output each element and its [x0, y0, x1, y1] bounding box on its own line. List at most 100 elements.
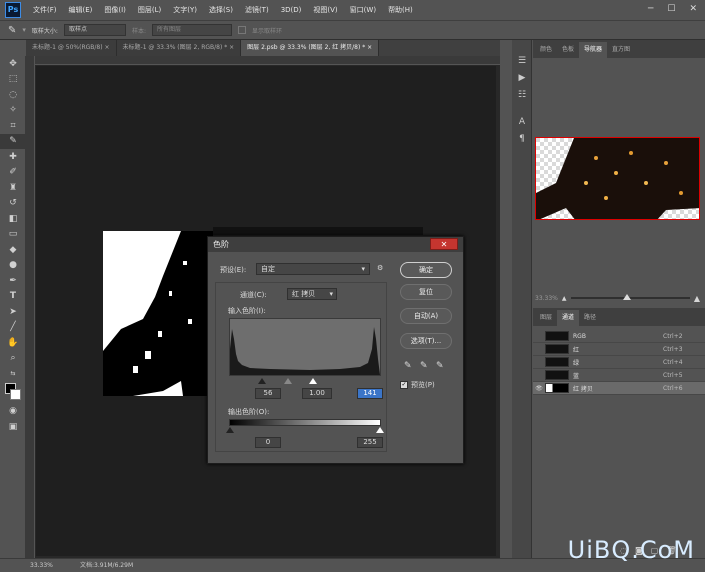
input-black-slider[interactable]	[258, 378, 266, 384]
sample-size-select[interactable]: 取样点	[63, 24, 126, 36]
output-white-field[interactable]: 255	[357, 437, 383, 448]
zoom-tool-icon[interactable]: ⌕	[0, 351, 26, 367]
menu-type[interactable]: 文字(Y)	[167, 5, 203, 15]
move-tool-icon[interactable]: ✥	[0, 56, 26, 72]
menu-view[interactable]: 视图(V)	[307, 5, 343, 15]
history-brush-icon[interactable]: ↺	[0, 196, 26, 212]
zoom-value[interactable]: 33.33%	[535, 295, 558, 302]
preset-options-icon[interactable]: ⚙	[377, 264, 383, 272]
input-black-field[interactable]: 56	[255, 388, 281, 399]
eye-icon[interactable]: 👁	[533, 385, 545, 392]
menu-window[interactable]: 窗口(W)	[344, 5, 382, 15]
tab-close-icon[interactable]: ×	[367, 44, 372, 51]
tab-document-2[interactable]: 未标题-1 @ 33.3% (图层 2, RGB/8) * ×	[116, 40, 242, 56]
tab-close-icon[interactable]: ×	[229, 44, 234, 51]
auto-button[interactable]: 自动(A)	[400, 308, 452, 324]
marquee-tool-icon[interactable]: ⬚	[0, 72, 26, 88]
close-icon[interactable]: ✕	[689, 4, 697, 14]
black-eyedropper-icon[interactable]: ✎	[404, 361, 412, 371]
adjust-icon[interactable]: ☷	[512, 86, 532, 103]
stamp-tool-icon[interactable]: ♜	[0, 180, 26, 196]
menu-layer[interactable]: 图层(L)	[132, 5, 167, 15]
input-gray-slider[interactable]	[284, 378, 292, 384]
tab-color[interactable]: 颜色	[535, 42, 557, 58]
tab-paths[interactable]: 路径	[579, 310, 601, 326]
character-icon[interactable]: A	[512, 113, 532, 130]
channel-select[interactable]: 红 拷贝 ▾	[287, 288, 337, 300]
tab-navigator[interactable]: 导航器	[579, 42, 608, 58]
preview-checkbox[interactable]: ✓	[400, 381, 408, 389]
gradient-tool-icon[interactable]: ▭	[0, 227, 26, 243]
screen-mode-icon[interactable]: ▣	[0, 419, 26, 435]
healing-brush-icon[interactable]: ✚	[0, 149, 26, 165]
crop-tool-icon[interactable]: ⌗	[0, 118, 26, 134]
zoom-slider[interactable]	[570, 294, 690, 300]
output-black-slider[interactable]	[226, 427, 234, 433]
zoom-out-icon[interactable]: ▲	[562, 295, 567, 302]
dialog-titlebar[interactable]: 色阶 ✕	[208, 237, 463, 252]
reset-button[interactable]: 复位	[400, 284, 452, 300]
tab-swatches[interactable]: 色板	[557, 42, 579, 58]
lasso-tool-icon[interactable]: ◌	[0, 87, 26, 103]
blur-tool-icon[interactable]: ◆	[0, 242, 26, 258]
zoom-slider-handle[interactable]	[623, 294, 632, 300]
show-ring-checkbox[interactable]	[237, 26, 246, 34]
color-swatches[interactable]	[0, 382, 26, 404]
quick-select-tool-icon[interactable]: ✧	[0, 103, 26, 119]
tab-layers[interactable]: 图层	[535, 310, 557, 326]
sample-select[interactable]: 所有图层	[151, 24, 232, 36]
status-zoom[interactable]: 33.33%	[30, 559, 53, 572]
channels-panel: 图层 通道 路径 RGB Ctrl+2 红 Ctrl+3 绿 Ctrl+4 蓝 Ctrl…	[533, 308, 705, 558]
preset-label: 预设(E):	[220, 266, 247, 274]
menu-filter[interactable]: 滤镜(T)	[239, 5, 275, 15]
output-white-slider[interactable]	[376, 427, 384, 433]
channel-row-red-copy[interactable]: 👁 红 拷贝 Ctrl+6	[533, 382, 705, 395]
preview-label: 预览(P)	[411, 381, 435, 389]
menu-select[interactable]: 选择(S)	[203, 5, 239, 15]
channel-thumbnail	[545, 383, 569, 393]
hand-tool-icon[interactable]: ✋	[0, 335, 26, 351]
minimize-icon[interactable]: ─	[648, 4, 653, 14]
channel-row-green[interactable]: 绿 Ctrl+4	[533, 356, 705, 369]
channel-row-blue[interactable]: 蓝 Ctrl+5	[533, 369, 705, 382]
tab-histogram[interactable]: 直方图	[607, 42, 635, 58]
input-gamma-field[interactable]: 1.00	[302, 388, 332, 399]
channel-row-red[interactable]: 红 Ctrl+3	[533, 343, 705, 356]
eraser-tool-icon[interactable]: ◧	[0, 211, 26, 227]
eyedropper-tool-icon[interactable]: ✎	[0, 133, 26, 149]
maximize-icon[interactable]: ☐	[667, 4, 675, 14]
menu-image[interactable]: 图像(I)	[98, 5, 132, 15]
menu-help[interactable]: 帮助(H)	[382, 5, 419, 15]
menu-3d[interactable]: 3D(D)	[275, 6, 308, 14]
input-white-field[interactable]: 141	[357, 388, 383, 399]
navigator-preview[interactable]	[535, 137, 700, 220]
options-button[interactable]: 选项(T)...	[400, 333, 452, 349]
paragraph-icon[interactable]: ¶	[512, 130, 532, 147]
path-select-icon[interactable]: ➤	[0, 304, 26, 320]
pen-tool-icon[interactable]: ✒	[0, 273, 26, 289]
dialog-close-button[interactable]: ✕	[430, 238, 458, 250]
history-icon[interactable]: ☰	[512, 52, 532, 69]
zoom-in-icon[interactable]: ▲	[694, 294, 700, 303]
tab-document-1[interactable]: 未标题-1 @ 50%(RGB/8) ×	[26, 40, 117, 56]
output-black-field[interactable]: 0	[255, 437, 281, 448]
swap-colors-icon[interactable]: ⇆	[0, 366, 26, 382]
menu-edit[interactable]: 编辑(E)	[63, 5, 99, 15]
tab-close-icon[interactable]: ×	[105, 44, 110, 51]
white-eyedropper-icon[interactable]: ✎	[436, 361, 444, 371]
type-tool-icon[interactable]: T	[0, 289, 26, 305]
brush-tool-icon[interactable]: ✐	[0, 165, 26, 181]
menu-file[interactable]: 文件(F)	[27, 5, 63, 15]
tab-channels[interactable]: 通道	[557, 310, 580, 326]
dodge-tool-icon[interactable]: ●	[0, 258, 26, 274]
channel-row-rgb[interactable]: RGB Ctrl+2	[533, 330, 705, 343]
eyedropper-tool-icon[interactable]: ✎	[8, 25, 16, 36]
ok-button[interactable]: 确定	[400, 262, 452, 278]
tab-document-3[interactable]: 图层 2.psb @ 33.3% (图层 2, 红 拷贝/8) * ×	[241, 40, 380, 56]
input-white-slider[interactable]	[309, 378, 317, 384]
gray-eyedropper-icon[interactable]: ✎	[420, 361, 428, 371]
actions-icon[interactable]: ▶	[512, 69, 532, 86]
quick-mask-icon[interactable]: ◉	[0, 404, 26, 420]
preset-select[interactable]: 自定 ▾	[256, 263, 370, 275]
line-tool-icon[interactable]: ╱	[0, 320, 26, 336]
